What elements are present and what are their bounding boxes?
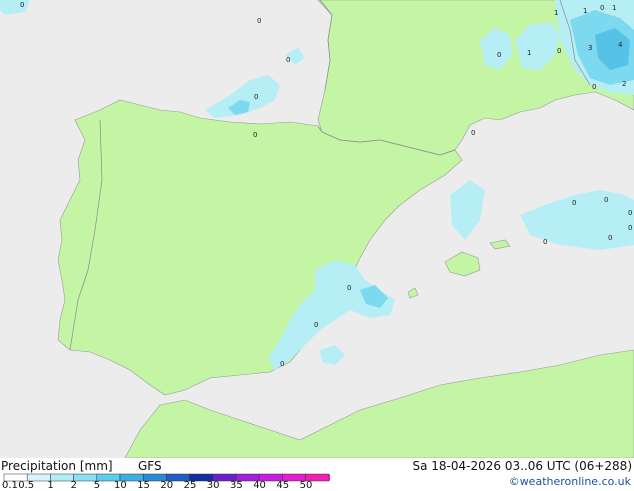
value-label: 1 [612,4,616,12]
value-label: 0 [20,1,24,9]
value-label: 3 [588,44,592,52]
value-label: 0 [608,234,612,242]
value-label: 1 [554,9,558,17]
value-label: 0 [572,199,576,207]
value-label: 1 [583,7,587,15]
value-label: 0 [497,51,501,59]
forecast-datetime: Sa 18-04-2026 03..06 UTC (06+288) [412,459,632,473]
value-label: 0 [592,83,596,91]
value-label: 0 [557,47,561,55]
value-label: 0 [604,196,608,204]
value-label: 0 [254,93,258,101]
value-label: 4 [618,41,623,49]
value-label: 0 [471,129,475,137]
value-label: 0 [280,360,284,368]
value-label: 0 [253,131,257,139]
model-name: GFS [138,459,162,473]
value-label: 0 [347,284,351,292]
credit-link[interactable]: ©weatheronline.co.uk [509,476,631,488]
value-label: 2 [622,80,626,88]
value-label: 0 [543,238,547,246]
value-label: 0 [286,56,290,64]
value-label: 0 [314,321,318,329]
value-label: 0 [257,17,261,25]
value-label: 0 [628,224,632,232]
value-label: 0 [628,209,632,217]
scale-arrow [328,474,330,481]
precipitation-map: 0 0 0 0 0 0 0 0 0 0 0 0 0 0 0 0 0 0 0 1 … [0,0,634,458]
value-label: 1 [527,49,531,57]
value-label: 0 [600,4,604,12]
legend-title: Precipitation [mm] [1,459,113,473]
